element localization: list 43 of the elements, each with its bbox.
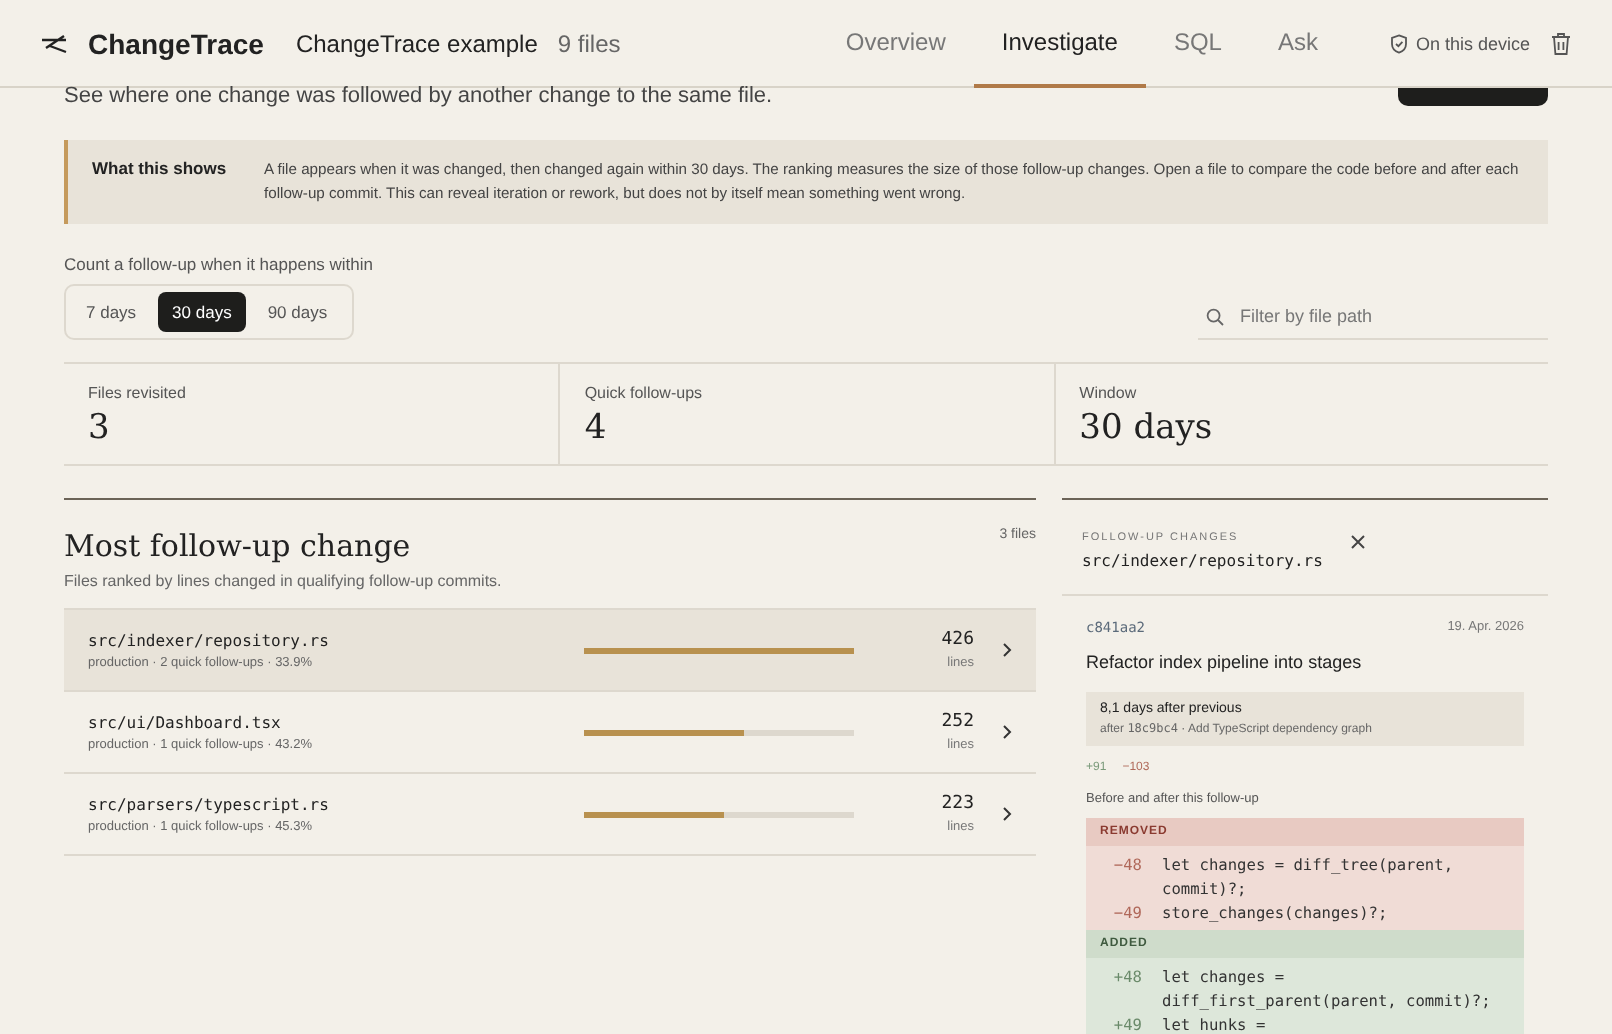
file-path: src/parsers/typescript.rs [88,795,329,813]
nav-tab[interactable]: Ask [1249,0,1346,87]
section-title: Most follow-up change [64,528,411,564]
app-name: ChangeTrace [88,27,264,59]
open-button[interactable] [1002,642,1012,658]
window-option[interactable]: 90 days [253,292,342,332]
stat-value: 30 days [1079,408,1215,448]
note-title: What this shows [92,158,229,182]
stat-label: Files revisited [88,384,188,402]
commit-title: Refactor index pipeline into stages [1086,652,1364,672]
file-path: src/ui/Dashboard.tsx [88,713,283,731]
line-count: 426 [941,630,974,650]
window-option[interactable]: 30 days [158,292,246,332]
logo-icon [40,33,68,53]
open-button[interactable] [1002,806,1012,822]
window-label: Count a follow-up when it happens within [64,254,376,274]
page-subtitle: See where one change was followed by another change to the same file. [64,84,773,108]
stat-value: 3 [88,408,112,448]
file-path: src/indexer/repository.rs [88,631,329,649]
chevron-icon [1002,806,1012,822]
line-count: 223 [941,794,974,814]
nav-tab[interactable]: Investigate [973,0,1146,87]
panel-file-path: src/indexer/repository.rs [1082,552,1323,570]
stat-value: 4 [584,408,609,448]
section-subtitle: Files ranked by lines changed in qualifying follow-up commits. [64,572,504,590]
project-name: ChangeTrace example [295,29,538,57]
trash-icon[interactable] [1550,31,1572,55]
stat-label: Window [1079,384,1139,402]
device-label: On this device [1415,33,1530,53]
search-icon [1206,307,1224,325]
chevron-icon [1002,642,1012,658]
open-button[interactable] [1002,724,1012,740]
nav-tab[interactable]: SQL [1145,0,1250,87]
window-option[interactable]: 7 days [72,292,151,332]
nav-tab[interactable]: Overview [817,0,974,87]
search-field[interactable]: Filter by file path [1236,304,1516,328]
file-count: 9 files [557,29,621,57]
shield-icon [1389,33,1408,53]
close-button[interactable] [1350,534,1367,550]
chevron-icon [1002,724,1012,740]
close-icon [1350,534,1367,550]
line-count: 252 [941,712,974,732]
stat-label: Quick follow-ups [584,384,705,402]
